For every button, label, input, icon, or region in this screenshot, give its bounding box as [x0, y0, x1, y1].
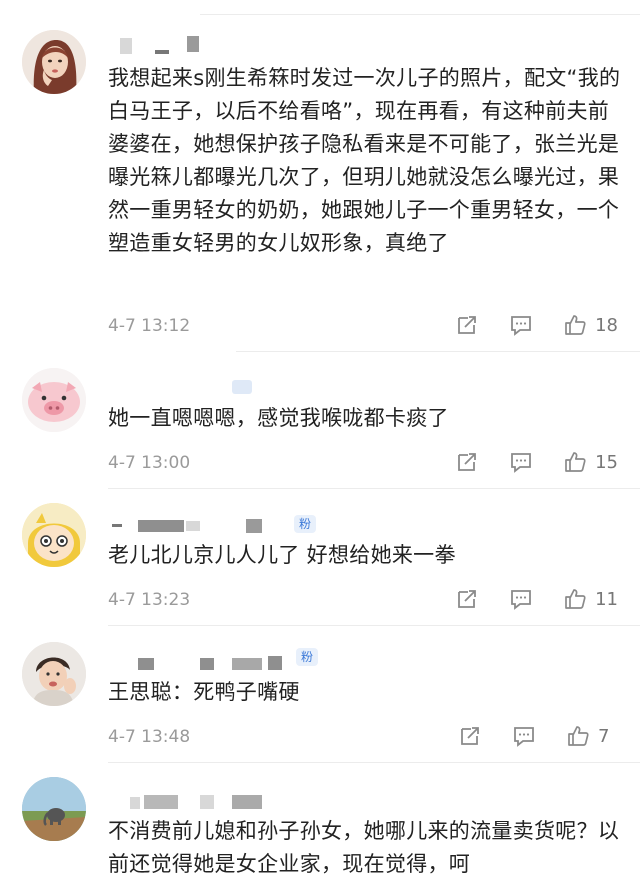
thumbs-up-icon[interactable] [563, 450, 587, 474]
avatar-child-image [22, 642, 86, 706]
username-redacted[interactable] [246, 519, 262, 533]
username-redacted[interactable] [120, 38, 132, 54]
fan-badge: 粉 [296, 648, 319, 666]
comment-time: 4-7 13:12 [108, 316, 191, 336]
share-icon[interactable] [455, 313, 479, 337]
username-redacted[interactable] [155, 50, 169, 54]
username-redacted[interactable] [130, 797, 140, 809]
username-redacted[interactable] [200, 658, 214, 670]
comment-icon[interactable] [509, 313, 533, 337]
comment-icon[interactable] [509, 450, 533, 474]
comment-icon[interactable] [509, 587, 533, 611]
username-redacted[interactable] [112, 524, 122, 527]
avatar-cartoon-image [22, 503, 86, 567]
avatar[interactable] [22, 642, 86, 706]
comment-time: 4-7 13:23 [108, 590, 191, 610]
username-redacted[interactable] [138, 658, 154, 670]
comment-actions: 15 [455, 449, 618, 475]
comment-actions: 7 [458, 723, 618, 749]
avatar[interactable] [22, 368, 86, 432]
avatar-pig-image [22, 368, 86, 432]
share-icon[interactable] [455, 450, 479, 474]
comment-item: 不消费前儿媳和孙子孙女，她哪儿来的流量卖货呢？以前还觉得她是女企业家，现在觉得，… [0, 763, 640, 886]
like-count: 15 [595, 451, 618, 473]
username-redacted[interactable] [268, 656, 282, 670]
avatar[interactable] [22, 777, 86, 841]
username-redacted[interactable] [144, 795, 178, 809]
comment-item: 她一直嗯嗯嗯，感觉我喉咙都卡痰了 4-7 13:00 15 [0, 352, 640, 488]
comment-text: 老儿北儿京儿人儿了 好想给她来一拳 [108, 543, 456, 567]
like-count: 11 [595, 588, 618, 610]
thumbs-up-icon[interactable] [563, 587, 587, 611]
comment-item: 粉 老儿北儿京儿人儿了 好想给她来一拳 4-7 13:23 11 [0, 489, 640, 625]
username-redacted[interactable] [232, 795, 262, 809]
like-count: 7 [598, 725, 610, 747]
share-icon[interactable] [458, 724, 482, 748]
username-redacted[interactable] [232, 658, 262, 670]
thumbs-up-icon[interactable] [563, 313, 587, 337]
comment-text: 她一直嗯嗯嗯，感觉我喉咙都卡痰了 [108, 406, 449, 430]
comment-text: 不消费前儿媳和孙子孙女，她哪儿来的流量卖货呢？以前还觉得她是女企业家，现在觉得，… [108, 819, 620, 876]
fan-badge: 粉 [294, 515, 317, 533]
comment-time: 4-7 13:00 [108, 453, 191, 473]
comment-text: 王思聪：死鸭子嘴硬 [108, 680, 300, 704]
username-redacted[interactable] [138, 520, 184, 532]
avatar[interactable] [22, 30, 86, 94]
comment-time: 4-7 13:48 [108, 727, 191, 747]
thumbs-up-icon[interactable] [566, 724, 590, 748]
comment-icon[interactable] [512, 724, 536, 748]
like-count: 18 [595, 314, 618, 336]
level-badge [232, 380, 252, 394]
username-redacted[interactable] [187, 36, 199, 52]
share-icon[interactable] [455, 587, 479, 611]
comment-item: 粉 王思聪：死鸭子嘴硬 4-7 13:48 7 [0, 626, 640, 762]
comment-actions: 18 [455, 312, 618, 338]
avatar-woman-image [22, 30, 86, 94]
comment-text: 我想起来s刚生希箖时发过一次儿子的照片，配文“我的白马王子，以后不给看咯”，现在… [108, 66, 621, 255]
avatar-elephant-image [22, 777, 86, 841]
username-redacted[interactable] [186, 521, 200, 531]
username-redacted[interactable] [200, 795, 214, 809]
comment-actions: 11 [455, 586, 618, 612]
avatar[interactable] [22, 503, 86, 567]
comment-item: 我想起来s刚生希箖时发过一次儿子的照片，配文“我的白马王子，以后不给看咯”，现在… [0, 0, 640, 350]
